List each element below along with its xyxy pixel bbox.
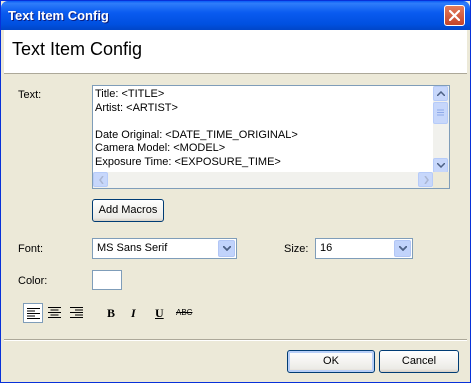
ok-button[interactable]: OK bbox=[287, 350, 375, 373]
color-picker-swatch[interactable] bbox=[92, 270, 122, 290]
text-line: Exposure Time: <EXPOSURE_TIME> bbox=[95, 155, 281, 168]
grip-icon bbox=[437, 109, 444, 116]
align-right-icon bbox=[70, 307, 83, 318]
dialog-header: Text Item Config bbox=[4, 30, 467, 74]
text-line: Title: <TITLE> bbox=[95, 88, 165, 100]
footer-divider bbox=[4, 339, 467, 341]
align-center-icon bbox=[48, 307, 61, 318]
scroll-corner bbox=[433, 172, 449, 188]
font-label: Font: bbox=[18, 243, 44, 255]
size-label: Size: bbox=[284, 243, 309, 255]
underline-button[interactable]: U bbox=[155, 306, 164, 321]
color-label: Color: bbox=[18, 275, 48, 287]
text-line: Artist: <ARTIST> bbox=[95, 101, 178, 114]
chevron-down-icon bbox=[223, 246, 231, 251]
title-bar[interactable]: Text Item Config bbox=[1, 1, 470, 30]
size-dropdown-button[interactable] bbox=[394, 240, 411, 257]
scroll-thumb[interactable] bbox=[433, 102, 448, 124]
window-title: Text Item Config bbox=[8, 8, 109, 23]
italic-button[interactable]: I bbox=[131, 306, 136, 321]
chevron-right-icon bbox=[424, 176, 429, 184]
scroll-left-button[interactable] bbox=[93, 172, 108, 187]
align-left-icon bbox=[27, 308, 40, 319]
dialog-window: Text Item Config Text Item Config Text: … bbox=[0, 0, 471, 383]
cancel-button[interactable]: Cancel bbox=[379, 350, 459, 373]
close-icon bbox=[449, 10, 460, 21]
chevron-left-icon bbox=[99, 176, 104, 184]
chevron-down-icon bbox=[437, 163, 445, 168]
chevron-down-icon bbox=[399, 246, 407, 251]
scroll-down-button[interactable] bbox=[433, 158, 448, 173]
add-macros-button[interactable]: Add Macros bbox=[92, 199, 164, 222]
strikethrough-button[interactable]: ABC bbox=[176, 308, 192, 317]
scroll-up-button[interactable] bbox=[433, 86, 448, 101]
align-right-button[interactable] bbox=[67, 303, 87, 323]
font-select-value: MS Sans Serif bbox=[97, 242, 168, 254]
text-line: Date Original: <DATE_TIME_ORIGINAL> bbox=[95, 128, 298, 141]
close-button[interactable] bbox=[444, 5, 465, 26]
bold-button[interactable]: B bbox=[107, 306, 115, 321]
align-center-button[interactable] bbox=[45, 303, 65, 323]
font-dropdown-button[interactable] bbox=[218, 240, 235, 257]
page-title: Text Item Config bbox=[12, 39, 143, 59]
font-select[interactable]: MS Sans Serif bbox=[92, 238, 237, 259]
text-label: Text: bbox=[18, 89, 42, 101]
horizontal-scrollbar[interactable] bbox=[93, 172, 433, 188]
text-content: Title: <TITLE> Artist: <ARTIST> Date Orig… bbox=[95, 88, 435, 172]
scroll-right-button[interactable] bbox=[418, 172, 433, 187]
align-left-button[interactable] bbox=[23, 303, 43, 323]
vertical-scrollbar[interactable] bbox=[433, 86, 449, 173]
text-line: Camera Model: <MODEL> bbox=[95, 142, 226, 154]
size-select[interactable]: 16 bbox=[315, 238, 413, 259]
size-select-value: 16 bbox=[320, 242, 333, 254]
chevron-up-icon bbox=[437, 91, 445, 96]
text-textarea[interactable]: Title: <TITLE> Artist: <ARTIST> Date Orig… bbox=[92, 85, 450, 189]
text-line bbox=[95, 115, 435, 129]
